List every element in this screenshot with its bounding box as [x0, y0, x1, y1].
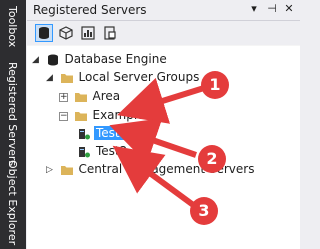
close-button[interactable]: ✕ [282, 2, 296, 16]
server-icon [79, 129, 90, 140]
annotation-badge-1: 1 [201, 71, 229, 99]
tab-toolbox-label: Toolbox [6, 6, 19, 48]
tree-label: Local Server Groups [78, 70, 200, 84]
tree-label-selected: Test1 [94, 126, 130, 140]
panel-toolbar [27, 21, 300, 45]
registered-servers-panel: Registered Servers ▾ ⊣ ✕ ◢ Database Engi… [27, 0, 300, 249]
tab-object-explorer-label: Object Explorer [6, 160, 19, 246]
tree-node-test2[interactable]: Test2 [75, 142, 129, 160]
tree-node-area[interactable]: + Area [59, 87, 122, 105]
tree-label: Database Engine [64, 52, 167, 66]
integration-services-icon [104, 26, 116, 40]
expand-icon[interactable]: + [59, 92, 68, 102]
tab-object-explorer[interactable]: Object Explorer [0, 160, 26, 249]
tree-node-test1[interactable]: Test1 [75, 124, 130, 142]
folder-icon [60, 74, 73, 83]
reporting-services-button[interactable] [79, 24, 97, 42]
tree-node-database-engine[interactable]: ◢ Database Engine [31, 50, 169, 68]
expand-icon[interactable]: ▷ [45, 165, 54, 175]
side-tab-bar: Toolbox Registered Servers Object Explor… [0, 0, 26, 249]
database-icon [47, 54, 58, 66]
database-engine-icon [39, 27, 49, 39]
tree-label: Area [92, 89, 121, 103]
collapse-icon[interactable]: − [59, 111, 68, 121]
folder-icon [60, 166, 73, 175]
database-engine-button[interactable] [35, 24, 53, 42]
server-icon [79, 147, 90, 158]
tree-label: Test2 [96, 144, 128, 158]
folder-icon [74, 93, 87, 102]
auto-hide-pin-button[interactable]: ⊣ [265, 2, 279, 16]
tree-node-local-server-groups[interactable]: ◢ Local Server Groups [45, 68, 201, 86]
analysis-services-icon [59, 26, 73, 40]
collapse-icon[interactable]: ◢ [45, 73, 54, 83]
integration-services-button[interactable] [101, 24, 119, 42]
panel-titlebar: Registered Servers ▾ ⊣ ✕ [27, 0, 300, 21]
tab-toolbox[interactable]: Toolbox [0, 6, 26, 54]
tree-label: Central Management Servers [78, 162, 255, 176]
panel-title: Registered Servers [33, 3, 147, 17]
tree-node-example[interactable]: − Example [59, 106, 147, 124]
annotation-badge-3: 3 [190, 197, 218, 225]
window-position-dropdown-button[interactable]: ▾ [247, 2, 261, 16]
annotation-badge-2: 2 [198, 145, 226, 173]
folder-icon [74, 112, 87, 121]
reporting-services-icon [81, 26, 95, 40]
tab-registered-servers-label: Registered Servers [6, 62, 19, 167]
analysis-services-button[interactable] [57, 24, 75, 42]
tab-registered-servers[interactable]: Registered Servers [0, 62, 26, 172]
tree-label: Example [92, 108, 145, 122]
server-tree: ◢ Database Engine ◢ Local Server Groups … [27, 46, 300, 249]
collapse-icon[interactable]: ◢ [31, 55, 40, 65]
